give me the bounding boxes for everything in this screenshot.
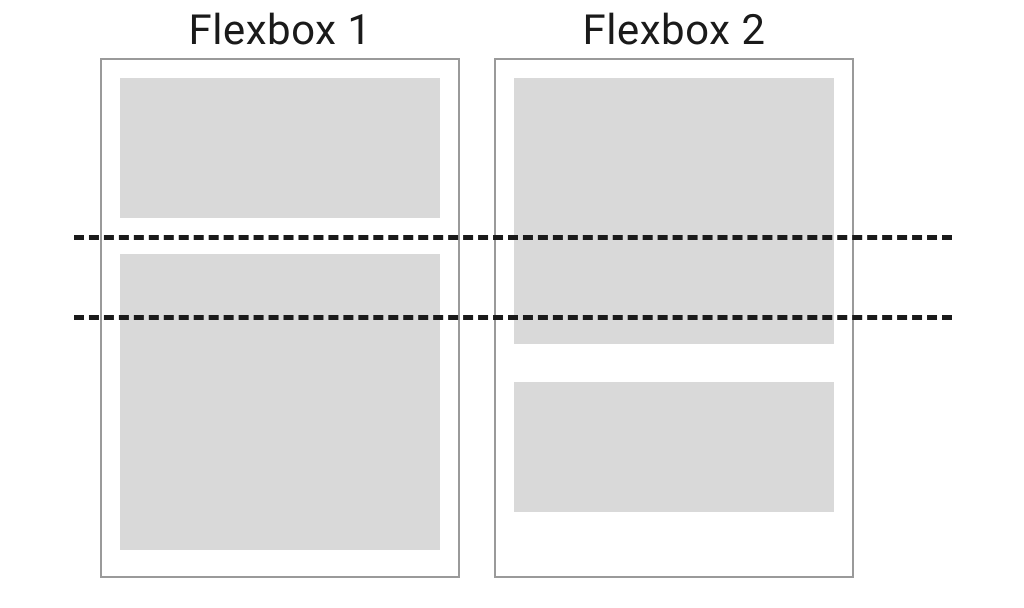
diagram-stage: Flexbox 1 Flexbox 2 [0, 0, 1024, 608]
heading-flexbox-2: Flexbox 2 [494, 6, 854, 55]
flexbox-1-item-top [120, 78, 440, 218]
flexbox-2-item-top [514, 78, 834, 344]
flexbox-2-item-bottom [514, 382, 834, 512]
guide-line-upper [74, 235, 952, 240]
guide-line-lower [74, 315, 952, 320]
heading-flexbox-1: Flexbox 1 [100, 6, 460, 55]
flexbox-1-item-bottom [120, 254, 440, 550]
